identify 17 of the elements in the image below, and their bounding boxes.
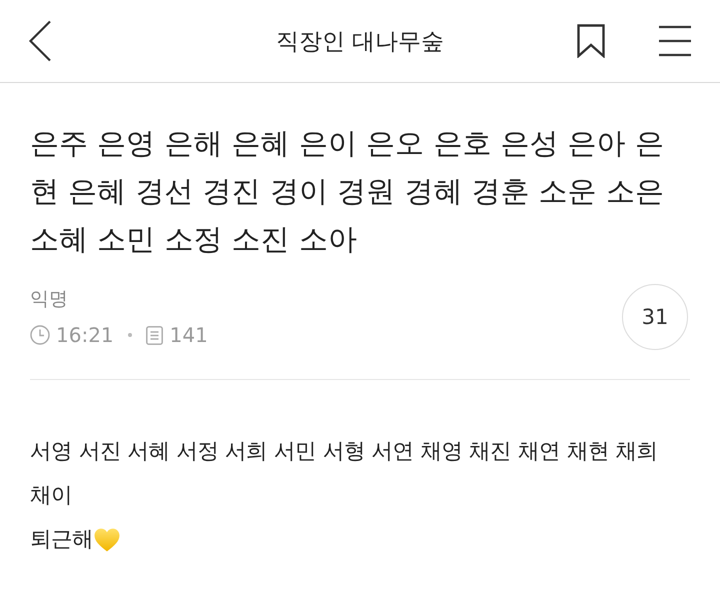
document-icon: [146, 326, 163, 344]
body-text: 서영 서진 서혜 서정 서희 서민 서형 서연 채영 채진 채연 채현 채희 채이: [30, 438, 659, 510]
view-count: 141: [170, 322, 208, 348]
chevron-left-icon: [28, 20, 52, 62]
clock-icon: [30, 325, 50, 345]
bookmark-button[interactable]: [577, 24, 605, 58]
post-time: 16:21: [56, 322, 114, 348]
menu-button[interactable]: [658, 25, 692, 57]
back-button[interactable]: [28, 20, 52, 62]
page-title: 직장인 대나무숲: [276, 28, 444, 56]
bookmark-icon: [577, 24, 605, 58]
separator-dot-icon: [128, 333, 132, 337]
post-title: 은주 은영 은해 은혜 은이 은오 은호 은성 은아 은현 은혜 경선 경진 경이 경원 경혜 경훈 소운 소은 소혜 소민 소정 소진 소아: [30, 125, 665, 258]
author-name: 익명: [30, 287, 68, 312]
body-text: 퇴근해: [30, 526, 93, 554]
comment-count-button[interactable]: 31: [622, 284, 688, 350]
menu-icon: [658, 25, 692, 57]
